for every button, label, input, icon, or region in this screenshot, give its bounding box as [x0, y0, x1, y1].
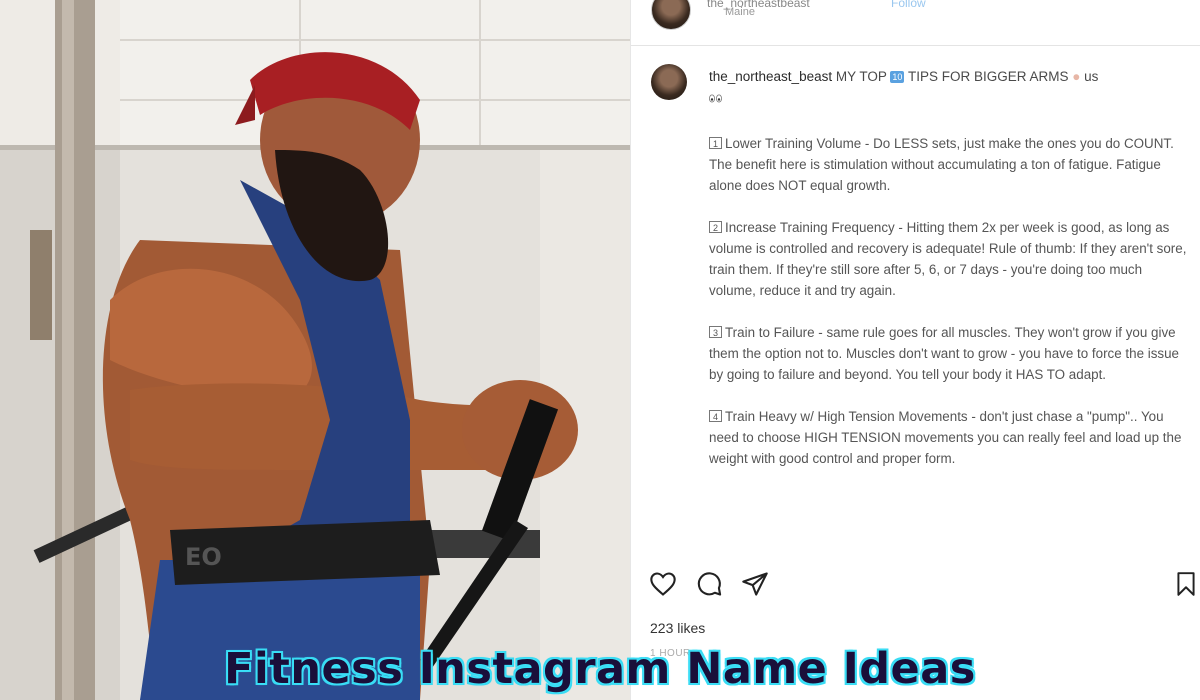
number-box-icon: 3 [709, 326, 722, 338]
flexed-arm-icon: ● [1072, 69, 1081, 84]
svg-text:EO: EO [185, 543, 222, 571]
number-box-icon: 4 [709, 410, 722, 422]
tip-text: Train to Failure - same rule goes for al… [709, 325, 1179, 382]
tip-item: 2 Increase Training Frequency - Hitting t… [709, 217, 1191, 301]
caption-text-after: TIPS FOR BIGGER ARMS [907, 69, 1069, 84]
tip-text: Lower Training Volume - Do LESS sets, ju… [709, 136, 1174, 193]
eyes-icon [709, 94, 722, 103]
comment-icon[interactable] [695, 570, 723, 598]
banner-title: Fitness Instagram Name Ideas [224, 644, 976, 694]
like-count[interactable]: 223 likes [650, 620, 705, 636]
ten-emoji-icon: 10 [890, 71, 905, 84]
tip-item: 4 Train Heavy w/ High Tension Movements -… [709, 406, 1191, 469]
bodybuilder-photo: EO [0, 0, 630, 700]
header-username[interactable]: the_northeastbeast [707, 0, 810, 10]
tips-list: 1 Lower Training Volume - Do LESS sets, j… [709, 133, 1191, 490]
tip-item: 3 Train to Failure - same rule goes for a… [709, 322, 1191, 385]
more-icon[interactable]: ••• [1191, 0, 1200, 8]
caption-avatar[interactable] [651, 64, 687, 100]
avatar[interactable] [651, 0, 691, 30]
number-box-icon: 1 [709, 137, 722, 149]
tip-text: Increase Training Frequency - Hitting th… [709, 220, 1187, 298]
heart-icon[interactable] [649, 570, 677, 598]
action-bar [649, 570, 1200, 600]
divider [631, 45, 1200, 46]
send-icon[interactable] [741, 570, 769, 598]
post-photo[interactable]: EO [0, 0, 630, 700]
tip-text: Train Heavy w/ High Tension Movements - … [709, 409, 1182, 466]
caption-username[interactable]: the_northeast_beast [709, 69, 832, 84]
bookmark-icon[interactable] [1173, 570, 1199, 598]
caption: the_northeast_beast MY TOP 10 TIPS FOR B… [709, 66, 1189, 108]
follow-button[interactable]: Follow [891, 0, 926, 10]
location-label[interactable]: Maine [725, 6, 755, 18]
caption-trailing: us [1084, 69, 1099, 84]
number-box-icon: 2 [709, 221, 722, 233]
caption-text-before: MY TOP [835, 69, 887, 84]
tip-item: 1 Lower Training Volume - Do LESS sets, j… [709, 133, 1191, 196]
post-panel: the_northeastbeast Follow Maine ••• the_… [630, 0, 1200, 700]
